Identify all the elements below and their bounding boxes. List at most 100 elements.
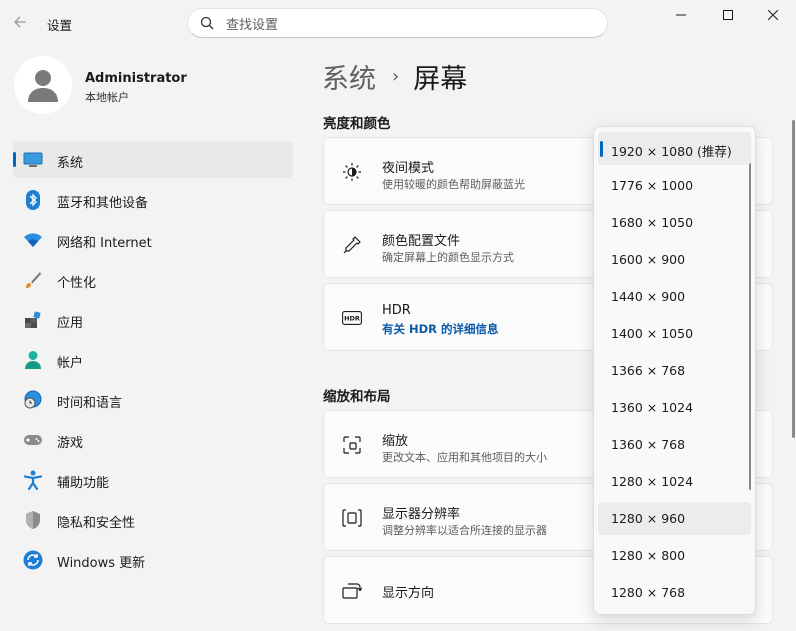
search-icon	[199, 15, 215, 31]
profile-name: Administrator	[85, 71, 187, 86]
section-heading-scale-layout: 缩放和布局	[323, 389, 391, 405]
card-title: 夜间模式	[382, 161, 435, 176]
sidebar-item-apps[interactable]: 应用	[13, 301, 293, 338]
update-icon	[23, 550, 43, 570]
sidebar-item-bluetooth[interactable]: 蓝牙和其他设备	[13, 181, 293, 218]
sidebar-item-privacy[interactable]: 隐私和安全性	[13, 501, 293, 538]
resolution-option-label: 1600 × 900	[611, 252, 686, 267]
resolution-option-label: 1920 × 1080 (推荐)	[611, 144, 732, 159]
resolution-option[interactable]: 1360 × 1024	[598, 391, 751, 424]
globe-clock-icon	[23, 390, 43, 410]
resolution-option[interactable]: 1600 × 900	[598, 243, 751, 276]
card-subtitle: 调整分辨率以适合所连接的显示器	[382, 524, 547, 537]
resolution-dropdown-list[interactable]: 1920 × 1080 (推荐) 1776 × 1000 1680 × 1050 16…	[593, 126, 756, 615]
title-bar: 设置 查找设置	[0, 0, 796, 44]
resolution-option-label: 1440 × 900	[611, 289, 686, 304]
sidebar-item-system[interactable]: 系统	[13, 141, 293, 178]
svg-text:HDR: HDR	[344, 315, 360, 323]
resolution-icon	[341, 507, 363, 529]
sidebar-item-gaming[interactable]: 游戏	[13, 421, 293, 458]
sidebar-item-time-language[interactable]: 时间和语言	[13, 381, 293, 418]
sidebar-item-label: 时间和语言	[57, 396, 123, 411]
paintbrush-icon	[23, 270, 43, 290]
sidebar-item-windows-update[interactable]: Windows 更新	[13, 541, 293, 578]
sidebar-item-network[interactable]: 网络和 Internet	[13, 221, 293, 258]
gamepad-icon	[23, 430, 43, 450]
minimize-button[interactable]	[658, 0, 704, 30]
resolution-option[interactable]: 1280 × 960	[598, 502, 751, 535]
accessibility-icon	[23, 470, 43, 490]
wifi-icon	[23, 230, 43, 250]
section-heading-brightness: 亮度和颜色	[323, 116, 391, 132]
eyedropper-icon	[341, 234, 363, 256]
account-type: 本地帐户	[85, 91, 129, 104]
resolution-option[interactable]: 1280 × 800	[598, 539, 751, 572]
sidebar-item-label: 辅助功能	[57, 476, 110, 491]
sidebar-item-accessibility[interactable]: 辅助功能	[13, 461, 293, 498]
sidebar-item-label: 帐户	[57, 356, 84, 371]
sidebar-item-label: 网络和 Internet	[57, 236, 152, 251]
bluetooth-icon	[23, 190, 43, 210]
avatar	[14, 56, 72, 114]
card-subtitle: 更改文本、应用和其他项目的大小	[382, 451, 547, 464]
arrow-left-icon	[14, 16, 26, 28]
resolution-option[interactable]: 1366 × 768	[598, 354, 751, 387]
resolution-option[interactable]: 1440 × 900	[598, 280, 751, 313]
user-avatar-icon	[28, 70, 58, 102]
card-title: 显示方向	[382, 586, 435, 601]
resolution-option[interactable]: 1920 × 1080 (推荐)	[598, 132, 751, 165]
maximize-icon	[723, 10, 733, 20]
hdr-icon: HDR	[341, 307, 363, 329]
breadcrumb-parent[interactable]: 系统	[322, 57, 376, 96]
card-subtitle: 使用较暖的颜色帮助屏蔽蓝光	[382, 178, 525, 191]
card-title: HDR	[382, 303, 411, 318]
resolution-option-label: 1776 × 1000	[611, 178, 694, 193]
user-profile[interactable]: Administrator 本地帐户	[14, 56, 294, 118]
sidebar-item-label: 蓝牙和其他设备	[57, 196, 149, 211]
sidebar-item-label: 系统	[57, 156, 84, 171]
sidebar-item-label: 隐私和安全性	[57, 516, 136, 531]
resolution-option[interactable]: 1776 × 1000	[598, 169, 751, 202]
close-button[interactable]	[750, 0, 796, 30]
resolution-option-label: 1280 × 768	[611, 585, 686, 600]
hdr-info-link[interactable]: 有关 HDR 的详细信息	[382, 321, 499, 337]
resolution-option-label: 1680 × 1050	[611, 215, 694, 230]
resolution-option-label: 1280 × 1024	[611, 474, 694, 489]
maximize-button[interactable]	[705, 0, 751, 30]
sidebar-nav: 系统 蓝牙和其他设备 网络和 Internet 个性化 应用 帐户 时间和语言 …	[13, 141, 293, 581]
apps-icon	[23, 310, 43, 330]
card-title: 显示器分辨率	[382, 507, 461, 522]
breadcrumb: 系统 › 屏幕	[322, 56, 467, 96]
resolution-option[interactable]: 1360 × 768	[598, 428, 751, 461]
close-icon	[768, 10, 778, 20]
sidebar-item-label: Windows 更新	[57, 556, 146, 571]
minimize-icon	[676, 14, 686, 16]
search-placeholder: 查找设置	[226, 17, 279, 33]
card-title: 缩放	[382, 434, 409, 449]
night-light-icon	[341, 161, 363, 183]
orientation-icon	[341, 580, 363, 602]
resolution-option[interactable]: 1400 × 1050	[598, 317, 751, 350]
back-button[interactable]	[8, 10, 32, 34]
app-title: 设置	[47, 18, 73, 33]
sidebar-item-label: 个性化	[57, 276, 97, 291]
resolution-option[interactable]: 1680 × 1050	[598, 206, 751, 239]
resolution-option-label: 1400 × 1050	[611, 326, 694, 341]
resolution-option[interactable]: 1280 × 768	[598, 576, 751, 609]
card-title: 颜色配置文件	[382, 234, 461, 249]
resolution-option[interactable]: 1280 × 1024	[598, 465, 751, 498]
system-icon	[23, 150, 43, 170]
page-title: 屏幕	[413, 63, 468, 95]
sidebar-item-label: 应用	[57, 316, 84, 331]
sidebar-item-label: 游戏	[57, 436, 84, 451]
resolution-option-label: 1280 × 800	[611, 548, 686, 563]
breadcrumb-separator: ›	[392, 65, 400, 87]
sidebar-item-personalization[interactable]: 个性化	[13, 261, 293, 298]
shield-icon	[23, 510, 43, 530]
sidebar-item-accounts[interactable]: 帐户	[13, 341, 293, 378]
search-input[interactable]: 查找设置	[187, 8, 608, 38]
page-scrollbar[interactable]	[792, 120, 795, 438]
resolution-option-label: 1366 × 768	[611, 363, 686, 378]
account-icon	[23, 350, 43, 370]
card-subtitle: 确定屏幕上的颜色显示方式	[382, 251, 514, 264]
